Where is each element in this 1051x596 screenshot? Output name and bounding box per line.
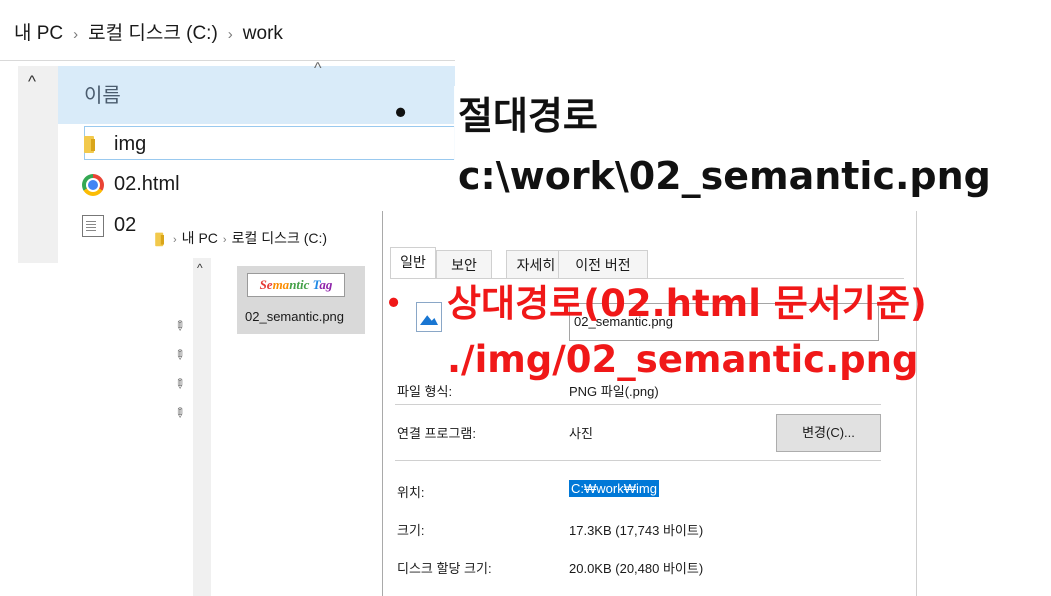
absolute-path-text: c:\work\02_semantic.png xyxy=(458,154,991,198)
scrollbar[interactable]: ^ xyxy=(18,66,58,263)
divider xyxy=(395,460,881,461)
column-header-label: 이름 xyxy=(84,85,121,107)
breadcrumb-item[interactable]: 내 PC xyxy=(182,230,218,246)
scroll-up-icon[interactable]: ^ xyxy=(197,261,203,275)
size-value: 17.3KB (17,743 바이트) xyxy=(569,523,704,538)
image-thumbnail: Semantic Tag xyxy=(247,273,345,297)
file-name: 02_semantic.png xyxy=(245,309,345,324)
location-label: 위치: xyxy=(397,485,425,500)
chevron-right-icon: › xyxy=(227,26,233,43)
file-name: 02.html xyxy=(114,173,180,195)
sort-ascending-icon: ^ xyxy=(314,60,322,77)
divider xyxy=(395,404,881,405)
list-item[interactable]: img xyxy=(82,133,146,165)
disk-size-value: 20.0KB (20,480 바이트) xyxy=(569,561,704,576)
folder-icon xyxy=(154,231,167,247)
breadcrumb-item[interactable]: 내 PC xyxy=(14,23,63,44)
relative-path-title: 상대경로(02.html 문서기준) xyxy=(447,282,927,325)
size-label: 크기: xyxy=(397,523,425,538)
absolute-path-title: 절대경로 xyxy=(458,94,598,138)
scrollbar[interactable]: ^ xyxy=(193,258,211,596)
open-with-label: 연결 프로그램: xyxy=(397,426,476,441)
file-name: 02 xyxy=(114,214,137,236)
address-bar-top: 내 PC › 로컬 디스크 (C:) › work xyxy=(0,0,455,61)
bullet: • xyxy=(395,94,407,130)
breadcrumb-item[interactable]: work xyxy=(243,23,283,44)
tab-details[interactable]: 자세히 xyxy=(506,250,566,278)
text-file-icon xyxy=(82,214,104,237)
relative-path-annotation: 상대경로(02.html 문서기준) ./img/02_semantic.png xyxy=(447,276,927,388)
breadcrumb[interactable]: 내 PC › 로컬 디스크 (C:) › work xyxy=(14,18,283,45)
breadcrumb[interactable]: › 내 PC › 로컬 디스크 (C:) xyxy=(152,228,327,249)
location-value[interactable]: C:₩work₩img xyxy=(569,480,659,497)
change-button[interactable]: 변경(C)... xyxy=(776,414,881,452)
bullet: • xyxy=(388,284,400,320)
absolute-path-annotation: 절대경로 c:\work\02_semantic.png xyxy=(454,86,995,206)
chevron-right-icon: › xyxy=(222,234,227,246)
tab-general[interactable]: 일반 xyxy=(390,247,436,278)
tab-previous-versions[interactable]: 이전 버전 xyxy=(558,250,648,278)
breadcrumb-item[interactable]: 로컬 디스크 (C:) xyxy=(88,23,218,44)
list-item[interactable]: 02 xyxy=(82,214,136,246)
folder-icon xyxy=(82,134,104,156)
chrome-icon xyxy=(82,173,104,196)
scroll-up-icon[interactable]: ^ xyxy=(28,72,36,92)
list-item[interactable]: 02.html xyxy=(82,173,180,205)
open-with-value: 사진 xyxy=(569,426,593,441)
breadcrumb-item[interactable]: 로컬 디스크 (C:) xyxy=(232,230,328,246)
file-type-label: 파일 형식: xyxy=(397,384,453,399)
chevron-right-icon: › xyxy=(173,234,177,246)
tab-security[interactable]: 보안 xyxy=(436,250,492,278)
image-file-icon xyxy=(416,302,442,332)
disk-size-label: 디스크 할당 크기: xyxy=(397,561,492,576)
relative-path-text: ./img/02_semantic.png xyxy=(447,338,919,381)
file-name: img xyxy=(114,133,147,155)
chevron-right-icon: › xyxy=(73,26,79,43)
